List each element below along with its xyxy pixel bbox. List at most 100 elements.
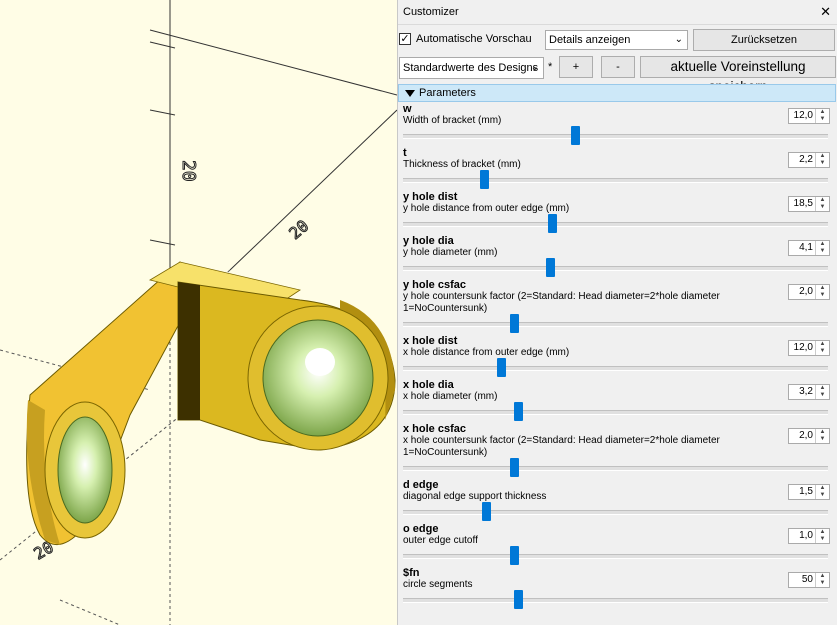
parameter-name: x hole dist: [403, 335, 458, 347]
parameter-description: Thickness of bracket (mm): [403, 159, 521, 170]
parameter-spinbox[interactable]: 3,2 ▲ ▼: [788, 384, 830, 400]
parameter-row: d edge diagonal edge support thickness 1,5…: [398, 478, 836, 522]
parameter-value: 2,0: [799, 286, 813, 297]
remove-preset-button[interactable]: -: [601, 56, 635, 78]
parameter-value: 12,0: [793, 342, 813, 353]
parameter-spinbox[interactable]: 2,0 ▲ ▼: [788, 284, 830, 300]
spin-arrows-icon[interactable]: ▲ ▼: [815, 197, 829, 211]
parameter-value: 2,0: [799, 430, 813, 441]
parameter-description: x hole countersunk factor (2=Standard: H…: [403, 435, 720, 458]
parameter-spinbox[interactable]: 2,2 ▲ ▼: [788, 152, 830, 168]
parameters-group-title: Parameters: [419, 87, 476, 99]
preset-combo-value: Standardwerte des Designs: [403, 62, 539, 74]
parameter-value: 1,5: [799, 486, 813, 497]
spin-arrows-icon[interactable]: ▲ ▼: [815, 485, 829, 499]
parameter-slider-thumb[interactable]: [509, 314, 519, 333]
parameter-value: 18,5: [793, 198, 813, 209]
parameter-spinbox[interactable]: 18,5 ▲ ▼: [788, 196, 830, 212]
parameter-slider-track[interactable]: [403, 590, 828, 609]
parameter-name: d edge: [403, 479, 439, 491]
parameter-name: w: [403, 103, 412, 115]
parameter-name: t: [403, 147, 407, 159]
parameter-name: $fn: [403, 567, 420, 579]
parameter-slider-thumb[interactable]: [479, 170, 489, 189]
parameter-slider-track[interactable]: [403, 458, 828, 477]
parameter-row: x hole csfac x hole countersunk factor (2…: [398, 422, 836, 478]
parameter-slider-thumb[interactable]: [513, 402, 523, 421]
spin-arrows-icon[interactable]: ▲ ▼: [815, 529, 829, 543]
details-combo-value: Details anzeigen: [549, 34, 631, 46]
parameters-group-header[interactable]: Parameters: [398, 84, 836, 102]
x-axis-label: 20: [285, 216, 312, 243]
save-preset-button[interactable]: aktuelle Voreinstellung speichern: [640, 56, 836, 94]
parameter-slider-track[interactable]: [403, 258, 828, 277]
close-icon[interactable]: ✕: [820, 4, 831, 20]
parameter-slider-thumb[interactable]: [496, 358, 506, 377]
parameter-slider-track[interactable]: [403, 314, 828, 333]
parameter-slider-thumb[interactable]: [509, 546, 519, 565]
reset-button[interactable]: Zurücksetzen: [693, 29, 835, 51]
spin-arrows-icon[interactable]: ▲ ▼: [815, 241, 829, 255]
spin-arrows-icon[interactable]: ▲ ▼: [815, 429, 829, 443]
parameter-spinbox[interactable]: 2,0 ▲ ▼: [788, 428, 830, 444]
parameter-description: Width of bracket (mm): [403, 115, 502, 126]
spin-arrows-icon[interactable]: ▲ ▼: [815, 285, 829, 299]
parameter-row: t Thickness of bracket (mm) 2,2 ▲ ▼: [398, 146, 836, 190]
spin-arrows-icon[interactable]: ▲ ▼: [815, 573, 829, 587]
parameter-name: x hole dia: [403, 379, 454, 391]
chevron-down-icon: ⌄: [674, 34, 683, 45]
parameter-row: $fn circle segments 50 ▲ ▼: [398, 566, 836, 610]
spin-arrows-icon[interactable]: ▲ ▼: [815, 341, 829, 355]
auto-preview-checkbox[interactable]: ✓: [399, 33, 411, 45]
parameter-value: 50: [801, 574, 813, 585]
preset-modified-marker: *: [548, 61, 553, 73]
parameter-slider-track[interactable]: [403, 546, 828, 565]
parameter-slider-track[interactable]: [403, 502, 828, 521]
customizer-title: Customizer: [403, 6, 459, 18]
parameter-slider-thumb[interactable]: [545, 258, 555, 277]
parameter-description: diagonal edge support thickness: [403, 491, 547, 502]
parameter-slider-track[interactable]: [403, 402, 828, 421]
parameter-slider-track[interactable]: [403, 170, 828, 189]
parameter-row: x hole dist x hole distance from outer ed…: [398, 334, 836, 378]
parameter-row: w Width of bracket (mm) 12,0 ▲ ▼: [398, 102, 836, 146]
parameter-slider-track[interactable]: [403, 358, 828, 377]
customizer-titlebar: Customizer ✕: [398, 0, 837, 25]
parameter-slider-track[interactable]: [403, 126, 828, 145]
parameter-spinbox[interactable]: 12,0 ▲ ▼: [788, 340, 830, 356]
parameter-description: y hole distance from outer edge (mm): [403, 203, 570, 214]
parameter-description: x hole distance from outer edge (mm): [403, 347, 570, 358]
parameter-row: o edge outer edge cutoff 1,0 ▲ ▼: [398, 522, 836, 566]
parameter-description: y hole countersunk factor (2=Standard: H…: [403, 291, 720, 314]
3d-viewport[interactable]: 20 20 20: [0, 0, 397, 625]
chevron-down-icon: ⌄: [530, 62, 539, 73]
parameter-name: y hole dia: [403, 235, 454, 247]
parameter-row: y hole csfac y hole countersunk factor (2…: [398, 278, 836, 334]
parameter-value: 1,0: [799, 530, 813, 541]
parameter-name: y hole dist: [403, 191, 458, 203]
add-preset-button[interactable]: +: [559, 56, 593, 78]
parameter-spinbox[interactable]: 4,1 ▲ ▼: [788, 240, 830, 256]
preset-combo[interactable]: Standardwerte des Designs ⌄: [399, 57, 544, 79]
parameter-slider-thumb[interactable]: [547, 214, 557, 233]
y-axis-tick-line: [149, 29, 397, 96]
parameter-description: outer edge cutoff: [403, 535, 478, 546]
parameter-value: 3,2: [799, 386, 813, 397]
parameter-spinbox[interactable]: 50 ▲ ▼: [788, 572, 830, 588]
spin-arrows-icon[interactable]: ▲ ▼: [815, 109, 829, 123]
parameter-slider-thumb[interactable]: [513, 590, 523, 609]
parameter-description: circle segments: [403, 579, 473, 590]
details-combo[interactable]: Details anzeigen ⌄: [545, 30, 688, 50]
spin-arrows-icon[interactable]: ▲ ▼: [815, 153, 829, 167]
parameter-spinbox[interactable]: 1,5 ▲ ▼: [788, 484, 830, 500]
parameter-slider-thumb[interactable]: [571, 126, 581, 145]
parameter-value: 2,2: [799, 154, 813, 165]
parameter-spinbox[interactable]: 12,0 ▲ ▼: [788, 108, 830, 124]
parameter-slider-thumb[interactable]: [481, 502, 491, 521]
parameter-spinbox[interactable]: 1,0 ▲ ▼: [788, 528, 830, 544]
parameter-slider-track[interactable]: [403, 214, 828, 233]
spin-arrows-icon[interactable]: ▲ ▼: [815, 385, 829, 399]
parameter-row: y hole dist y hole distance from outer ed…: [398, 190, 836, 234]
parameter-slider-thumb[interactable]: [509, 458, 519, 477]
parameter-name: x hole csfac: [403, 423, 466, 435]
